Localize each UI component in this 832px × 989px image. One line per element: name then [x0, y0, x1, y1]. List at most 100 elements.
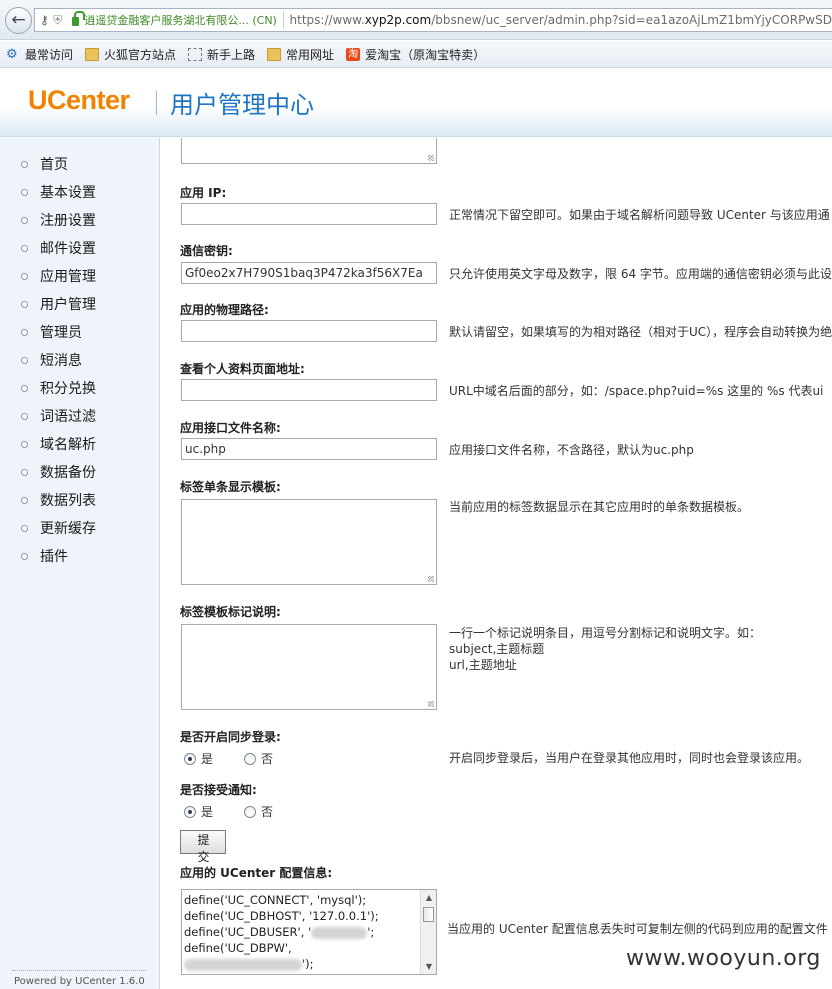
profile-url-input[interactable]	[181, 379, 437, 401]
app-ip-input[interactable]	[181, 203, 437, 225]
tag-template-label: 标签单条显示模板:	[180, 480, 281, 494]
scroll-up-icon[interactable]: ▲	[421, 890, 436, 905]
bookmark-most-visited[interactable]: ⚙ 最常访问	[6, 46, 73, 63]
sidebar-item-register-settings[interactable]: 注册设置	[0, 208, 159, 232]
sidebar-item-dns[interactable]: 域名解析	[0, 432, 159, 456]
bullet-icon	[21, 440, 28, 448]
radio-label-no[interactable]: 否	[261, 750, 273, 767]
config-textarea[interactable]: define('UC_CONNECT', 'mysql'); define('U…	[181, 889, 437, 975]
sidebar-item-label: 应用管理	[40, 269, 96, 285]
bookmark-common-sites[interactable]: 常用网址	[267, 46, 334, 63]
api-file-label: 应用接口文件名称:	[180, 421, 281, 435]
bookmark-firefox-site[interactable]: 火狐官方站点	[85, 46, 176, 63]
bullet-icon	[21, 216, 28, 224]
tag-desc-label: 标签模板标记说明:	[180, 605, 281, 619]
key-icon[interactable]: ⚷	[40, 13, 49, 27]
sidebar-item-word-filter[interactable]: 词语过滤	[0, 404, 159, 428]
bookmark-label: 火狐官方站点	[104, 47, 177, 62]
sync-login-label: 是否开启同步登录:	[180, 730, 281, 744]
bullet-icon	[21, 552, 28, 560]
bookmarks-toolbar: ⚙ 最常访问 火狐官方站点 新手上路 常用网址 淘爱淘宝（原淘宝特卖）	[0, 41, 832, 68]
app-ip-hint: 正常情况下留空即可。如果由于域名解析问题导致 UCenter 与该应用通	[449, 208, 830, 222]
shield-icon[interactable]: ⛨	[53, 13, 62, 28]
sidebar-item-label: 管理员	[40, 325, 82, 341]
config-label: 应用的 UCenter 配置信息:	[180, 866, 333, 880]
address-bar[interactable]: ⚷ ⛨ 逍遥贷金融客户服务湖北有限公... (CN) https://www.x…	[34, 8, 832, 32]
url-path: /bbsnew/uc_server/admin.php?sid=ea1azoAj…	[431, 13, 832, 27]
bullet-icon	[21, 160, 28, 168]
sidebar-item-label: 更新缓存	[40, 521, 96, 537]
tag-template-textarea[interactable]	[181, 499, 437, 585]
comm-key-label: 通信密钥:	[180, 244, 233, 258]
bookmark-aitaobao[interactable]: 淘爱淘宝（原淘宝特卖）	[346, 46, 485, 63]
sidebar-item-data-list[interactable]: 数据列表	[0, 488, 159, 512]
sidebar-item-label: 词语过滤	[40, 409, 96, 425]
header-title: 用户管理中心	[170, 91, 314, 119]
config-code: define('UC_CONNECT', 'mysql'); define('U…	[184, 892, 420, 972]
sidebar-item-basic-settings[interactable]: 基本设置	[0, 180, 159, 204]
sidebar-item-home[interactable]: 首页	[0, 152, 159, 176]
notify-yes-radio[interactable]	[184, 805, 196, 818]
radio-label-yes[interactable]: 是	[201, 750, 213, 767]
path-hint: 默认请留空，如果填写的为相对路径（相对于UC），程序会自动转换为绝	[449, 325, 832, 339]
back-button[interactable]: ←	[5, 7, 32, 34]
sidebar-item-mail-settings[interactable]: 邮件设置	[0, 236, 159, 260]
sidebar-item-credit-exchange[interactable]: 积分兑换	[0, 376, 159, 400]
ucenter-header: UCenter 用户管理中心	[0, 69, 832, 137]
url-prefix: https://www.	[289, 13, 365, 27]
sync-login-yes-radio[interactable]	[184, 752, 196, 765]
url-text[interactable]: https://www.xyp2p.com/bbsnew/uc_server/a…	[290, 13, 832, 27]
config-scrollbar[interactable]: ▲ ▼	[420, 890, 436, 974]
logo-divider	[156, 91, 157, 115]
sidebar-item-app-management[interactable]: 应用管理	[0, 264, 159, 288]
sidebar-item-label: 用户管理	[40, 297, 96, 313]
notify-no-radio[interactable]	[244, 805, 257, 818]
sidebar-item-plugins[interactable]: 插件	[0, 544, 159, 568]
bookmark-getting-started[interactable]: 新手上路	[188, 46, 255, 63]
app-ip-label: 应用 IP:	[180, 186, 227, 200]
bookmark-label: 常用网址	[286, 47, 335, 62]
folder-icon	[267, 47, 282, 61]
sidebar-item-messages[interactable]: 短消息	[0, 348, 159, 372]
bullet-icon	[21, 244, 28, 252]
bullet-icon	[21, 272, 28, 280]
sidebar-item-admins[interactable]: 管理员	[0, 320, 159, 344]
tag-desc-textarea[interactable]	[181, 624, 437, 710]
scroll-thumb[interactable]	[423, 907, 434, 922]
sidebar-item-update-cache[interactable]: 更新缓存	[0, 516, 159, 540]
submit-button[interactable]: 提 交	[180, 830, 226, 864]
config-line: define('UC_DBHOST', '127.0.0.1');	[184, 909, 379, 923]
sidebar-menu: 首页 基本设置 注册设置 邮件设置 应用管理 用户管理 管理员 短消息 积分兑换…	[0, 138, 160, 989]
comm-key-hint: 只允许使用英文字母及数字，限 64 字节。应用端的通信密钥必须与此设	[449, 267, 832, 281]
sidebar-item-label: 数据备份	[40, 465, 96, 481]
comm-key-input[interactable]: Gf0eo2x7H790S1baq3P472ka3f56X7Ea	[181, 262, 437, 284]
radio-label-no[interactable]: 否	[261, 803, 273, 820]
sidebar-item-user-management[interactable]: 用户管理	[0, 292, 159, 316]
path-input[interactable]	[181, 320, 437, 342]
sidebar-item-label: 数据列表	[40, 493, 96, 509]
ucenter-logo[interactable]: UCenter	[28, 85, 130, 116]
sync-login-no-radio[interactable]	[244, 752, 257, 765]
tag-desc-hint-1: 一行一个标记说明条目，用逗号分割标记和说明文字。如：	[449, 626, 762, 640]
powered-by: Powered by UCenter 1.6.0	[14, 976, 145, 987]
sidebar-item-label: 注册设置	[40, 213, 96, 229]
config-line: define('UC_DBPW',	[184, 941, 292, 955]
scroll-down-icon[interactable]: ▼	[421, 959, 436, 974]
browser-toolbar: ← ⚷ ⛨ 逍遥贷金融客户服务湖北有限公... (CN) https://www…	[0, 0, 832, 40]
api-file-input[interactable]: uc.php	[181, 438, 437, 460]
bullet-icon	[21, 188, 28, 196]
sidebar-item-label: 积分兑换	[40, 381, 96, 397]
sidebar-item-label: 插件	[40, 549, 68, 565]
site-identity[interactable]: 逍遥贷金融客户服务湖北有限公... (CN)	[84, 12, 276, 28]
prev-textarea[interactable]	[181, 138, 437, 164]
sidebar-item-backup[interactable]: 数据备份	[0, 460, 159, 484]
bullet-icon	[21, 524, 28, 532]
url-domain: xyp2p.com	[364, 13, 432, 27]
sidebar-item-label: 首页	[40, 157, 68, 173]
notify-label: 是否接受通知:	[180, 783, 257, 797]
watermark: www.wooyun.org	[626, 946, 821, 971]
config-hint: 当应用的 UCenter 配置信息丢失时可复制左侧的代码到应用的配置文件	[447, 922, 828, 936]
tag-desc-hint-3: url,主题地址	[449, 658, 517, 672]
radio-label-yes[interactable]: 是	[201, 803, 213, 820]
lock-icon	[72, 11, 86, 26]
